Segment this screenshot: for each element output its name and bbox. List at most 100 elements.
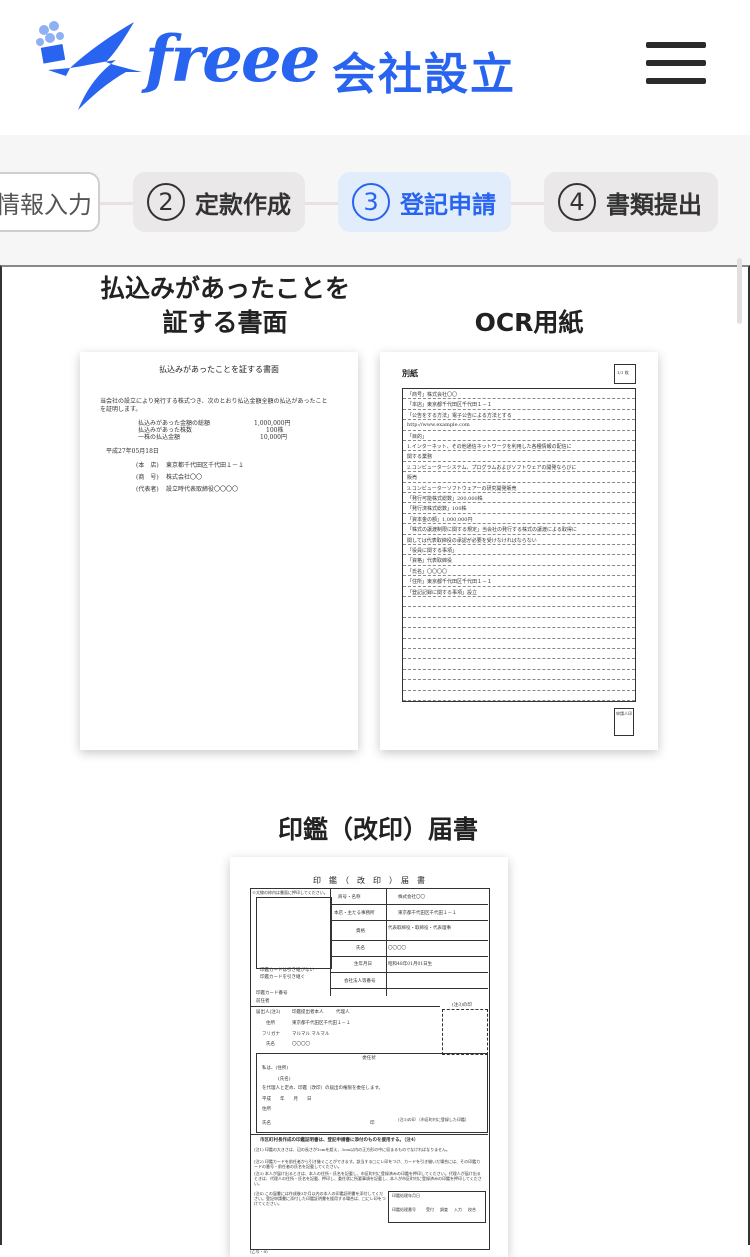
ocr-line: 「役員に関する事項」 bbox=[403, 545, 635, 556]
paper-text: 資格 bbox=[356, 929, 365, 934]
ocr-text-grid: 「商号」株式会社〇〇 「本店」東京都千代田区千代田１－１ 「公告をする方法」電子公告… bbox=[402, 388, 636, 702]
ocr-line bbox=[403, 649, 635, 660]
paper-text: 住所 bbox=[262, 1107, 271, 1112]
paper-text: 本店・主たる事務所 bbox=[334, 911, 375, 916]
payment-proof-document[interactable]: 払込みがあったことを証する書面 当会社の設立により発行する株式つき、次のとおり払… bbox=[80, 352, 358, 750]
paper-text: (本 店) bbox=[136, 462, 159, 469]
paper-text: 印 bbox=[370, 1121, 375, 1126]
paper-text: 住所 bbox=[266, 1021, 275, 1026]
ocr-line-text: 「登記記録に関する事項」設立 bbox=[407, 589, 478, 596]
ocr-line: 関しては代表取締役の承認が必要を受けなければならない bbox=[403, 535, 635, 545]
paper-text: ※太線の枠内は書面に押印してください。 bbox=[252, 890, 328, 895]
step-registration[interactable]: 3 登記申請 bbox=[338, 172, 511, 232]
step-connector bbox=[305, 202, 338, 205]
paper-text: マルマル マルマル bbox=[292, 1032, 330, 1037]
step-number: 4 bbox=[558, 183, 596, 221]
ocr-line-text: 1.インターネット、その他通信ネットワークを利用した各種情報の配信に bbox=[407, 444, 572, 450]
ocr-line: 関する業務 bbox=[403, 451, 635, 462]
ocr-line: 「資格」代表取締役 bbox=[403, 555, 635, 566]
ocr-line: 「氏名」〇〇〇〇 bbox=[403, 566, 635, 577]
paper-text: 株式会社〇〇 bbox=[166, 474, 203, 481]
ocr-line: 「公告をする方法」電子公告による方法とする bbox=[403, 410, 635, 421]
paper-text: 印鑑処理番号 bbox=[392, 1207, 416, 1212]
ocr-line: 「本店」東京都千代田区千代田１－１ bbox=[403, 399, 635, 410]
ocr-line bbox=[403, 670, 635, 681]
paper-text: 株式会社〇〇 bbox=[398, 895, 425, 900]
table-row-divider bbox=[330, 956, 488, 957]
site-header: freee 会社設立 bbox=[0, 0, 750, 135]
step-number: 2 bbox=[147, 183, 185, 221]
ocr-line-text: 3.コンピューターソフトウェアーの研究開発販売 bbox=[407, 485, 517, 492]
step-label: 情報入力 bbox=[0, 190, 92, 219]
paper-heading: 別紙 bbox=[402, 368, 418, 378]
step-label: 定款作成 bbox=[195, 190, 291, 219]
paper-text: 校合 bbox=[468, 1207, 476, 1212]
paper-text: を証明します。 bbox=[100, 406, 142, 413]
applicant-stamp-box bbox=[442, 1009, 488, 1055]
ocr-line: 「商号」株式会社〇〇 bbox=[403, 389, 635, 400]
section-divider bbox=[250, 1006, 440, 1007]
ocr-line-text: 「目的」 bbox=[407, 433, 428, 440]
ocr-line bbox=[403, 680, 635, 691]
seal-registration-document[interactable]: 印 鑑 （ 改 印 ） 届 書 ※太線の枠内は書面に押印してください。 商号・名… bbox=[230, 857, 508, 1257]
section-divider bbox=[250, 1134, 488, 1135]
paper-text: (乙号・8) bbox=[250, 1249, 268, 1254]
ocr-line: 2.コンピューターシステム、プログラムおよびソフトウェアの開発ならびに bbox=[403, 462, 635, 473]
ocr-line-text: 「発行済株式総数」100株 bbox=[407, 506, 467, 513]
logo-wordmark: freee bbox=[145, 22, 320, 97]
paper-text: 1/1 枚 bbox=[617, 370, 629, 375]
paper-text: 前任者 bbox=[256, 999, 270, 1004]
ocr-line bbox=[403, 639, 635, 649]
paper-text: 会社法人等番号 bbox=[344, 979, 376, 984]
ocr-line: 「発行可能株式総数」200,000株 bbox=[403, 493, 635, 504]
step-articles[interactable]: 2 定款作成 bbox=[133, 172, 305, 232]
paper-text: 入力 bbox=[454, 1207, 462, 1212]
step-label: 書類提出 bbox=[606, 190, 702, 219]
applicant-seal-box: 申請人印 bbox=[614, 708, 634, 736]
paper-text: 市区町村長作成の印鑑証明書は、登記申請書に添付のものを援用する。（注4） bbox=[260, 1138, 419, 1143]
scrollbar-thumb[interactable] bbox=[737, 258, 742, 324]
paper-text: (注3) 本人が届け出るときは、本人の住所・氏名を記載し、市区町村に登録済みの印… bbox=[254, 1171, 482, 1186]
ocr-line-text: 「商号」株式会社〇〇 bbox=[407, 392, 458, 398]
title-line: 払込みがあったことを bbox=[99, 274, 350, 303]
page-count-box: 1/1 枚 bbox=[614, 364, 636, 384]
paper-text: 設立時代表取締役〇〇〇〇 bbox=[166, 486, 239, 493]
ocr-line-text: 「株式の譲渡制限に関する規定」当会社の発行する株式の譲渡による取得に bbox=[407, 527, 577, 534]
paper-text: (代表者) bbox=[136, 486, 159, 493]
paper-text: 平成27年05月18日 bbox=[106, 448, 159, 455]
paper-text: 届出人(注3) bbox=[256, 1010, 281, 1015]
step-info-input[interactable]: 情報入力 bbox=[0, 172, 100, 232]
hamburger-menu-icon[interactable] bbox=[646, 42, 706, 86]
table-row-divider bbox=[330, 920, 488, 921]
ocr-line-text: 「資格」代表取締役 bbox=[407, 558, 453, 565]
paper-text: (商 号) bbox=[136, 474, 159, 481]
step-submit-documents[interactable]: 4 書類提出 bbox=[544, 172, 718, 232]
ocr-line bbox=[403, 607, 635, 618]
paper-text: (注2) 印鑑カードを前任者から引き継ぐことができます。該当する□にレ印をつけ、… bbox=[254, 1159, 481, 1169]
table-col-divider bbox=[386, 888, 387, 996]
ocr-line bbox=[403, 597, 635, 608]
ocr-line-text: 2.コンピューターシステム、プログラムおよびソフトウェアの開発ならびに bbox=[407, 464, 577, 471]
ocr-line: 「株式の譲渡制限に関する規定」当会社の発行する株式の譲渡による取得に bbox=[403, 524, 635, 535]
payment-proof-title: 払込みがあったことを 証する書面 bbox=[80, 272, 370, 340]
table-row-divider bbox=[330, 904, 488, 905]
ocr-line: 3.コンピューターソフトウェアーの研究開発販売 bbox=[403, 483, 635, 493]
step-number: 3 bbox=[352, 183, 390, 221]
ocr-line bbox=[403, 618, 635, 629]
ocr-line-text: 「氏名」〇〇〇〇 bbox=[407, 568, 448, 575]
ocr-line: 1.インターネット、その他通信ネットワークを利用した各種情報の配信に bbox=[403, 441, 635, 452]
ocr-document[interactable]: 別紙 1/1 枚 「商号」株式会社〇〇 「本店」東京都千代田区千代田１－１ 「公告を… bbox=[380, 352, 658, 750]
paper-text: 印鑑カードは引き継がない bbox=[260, 968, 314, 973]
step-connector bbox=[100, 202, 133, 205]
bird-flower-logo-icon bbox=[36, 21, 142, 110]
progress-steps: 情報入力 2 定款作成 3 登記申請 4 書類提出 bbox=[0, 135, 750, 265]
paper-text: 氏名 bbox=[262, 1121, 271, 1126]
table-row-divider bbox=[330, 940, 488, 941]
paper-text: 〇〇〇〇 bbox=[388, 946, 406, 951]
step-label: 登記申請 bbox=[400, 190, 496, 219]
paper-text: 私は、(住所) bbox=[262, 1066, 289, 1071]
paper-text: 印鑑提出者本人 bbox=[292, 1010, 324, 1015]
freee-logo[interactable] bbox=[30, 16, 150, 120]
ocr-line: 「住所」東京都千代田区千代田１－１ bbox=[403, 576, 635, 587]
paper-text: 東京都千代田区千代田１－１ bbox=[398, 911, 457, 916]
